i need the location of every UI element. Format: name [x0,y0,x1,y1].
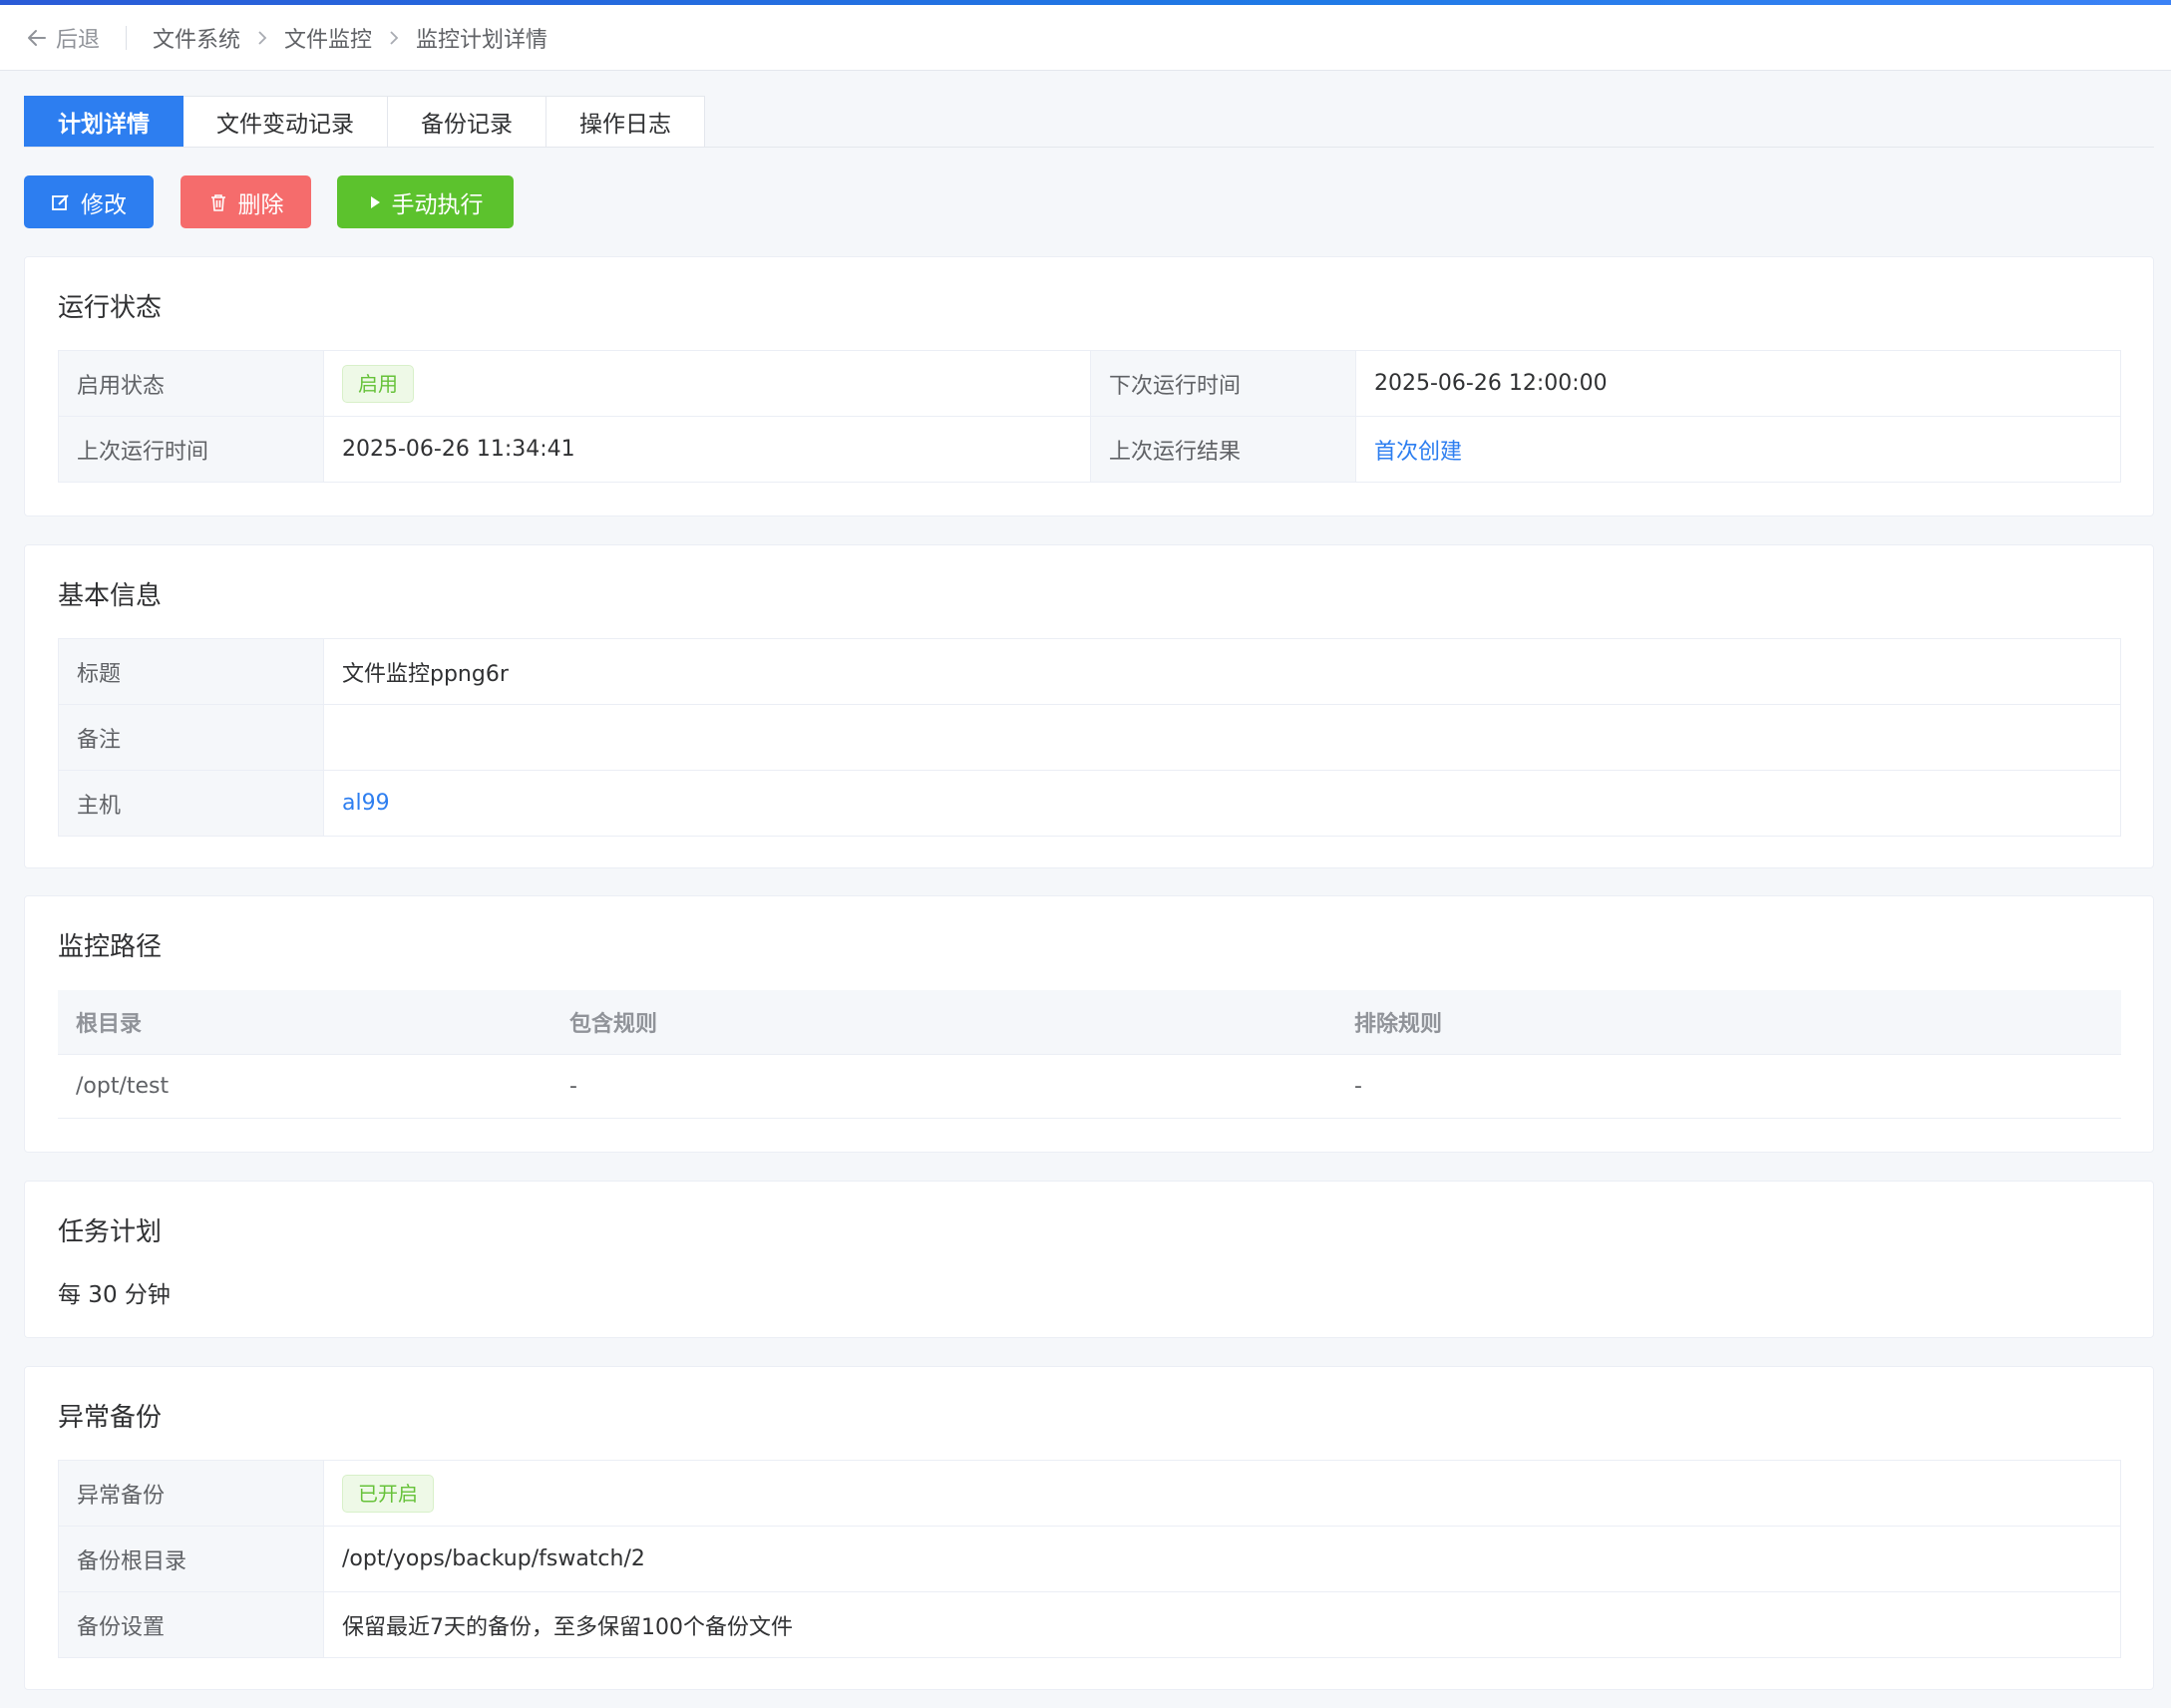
enabled-status-cell: 启用 [323,350,1091,417]
back-button[interactable]: 后退 [26,22,100,54]
breadcrumb-file-system[interactable]: 文件系统 [153,22,240,54]
table-row: 异常备份 已开启 [58,1460,2121,1527]
manual-run-button-label: 手动执行 [391,191,484,218]
abnormal-backup-card: 异常备份 异常备份 已开启 备份根目录 /opt/yops/backup/fsw… [24,1366,2154,1690]
table-row: 启用状态 启用 下次运行时间 2025-06-26 12:00:00 [58,350,2121,417]
back-label: 后退 [56,27,101,53]
monitor-paths-title: 监控路径 [58,932,163,962]
next-run-label: 下次运行时间 [1090,350,1356,417]
abnormal-backup-label: 异常备份 [58,1460,324,1527]
chevron-right-icon [388,29,400,47]
table-row: 主机 al99 [58,770,2121,837]
arrow-left-icon [28,29,46,46]
delete-button-label: 删除 [237,191,284,218]
host-link[interactable]: al99 [342,791,390,816]
manual-run-button[interactable]: 手动执行 [337,175,514,228]
schedule-value: 每 30 分钟 [58,1282,171,1308]
edit-button[interactable]: 修改 [24,175,154,228]
basic-info-table: 标题 文件监控ppng6r 备注 主机 al99 [58,638,2121,837]
next-run-value: 2025-06-26 12:00:00 [1355,350,2121,417]
basic-info-card: 基本信息 标题 文件监控ppng6r 备注 主机 al99 [24,544,2154,868]
delete-button[interactable]: 删除 [181,175,311,228]
column-include-rules: 包含规则 [551,990,1336,1055]
tab-file-changes[interactable]: 文件变动记录 [183,96,388,148]
schedule-title: 任务计划 [58,1217,163,1247]
header-divider [126,25,128,50]
tab-bar-divider [24,147,2154,148]
title-label: 标题 [58,638,324,705]
table-row: /opt/test - - [58,1054,2121,1119]
backup-settings-label: 备份设置 [58,1591,324,1658]
include-rules-cell: - [551,1054,1336,1119]
abnormal-backup-badge: 已开启 [342,1474,434,1513]
last-result-cell: 首次创建 [1355,416,2121,483]
last-result-label: 上次运行结果 [1090,416,1356,483]
exclude-rules-cell: - [1336,1054,2121,1119]
table-row: 备注 [58,704,2121,771]
host-cell: al99 [323,770,2121,837]
root-dir-cell: /opt/test [58,1054,551,1119]
host-label: 主机 [58,770,324,837]
page-header: 后退 文件系统 文件监控 监控计划详情 [0,5,2171,71]
breadcrumb-file-monitor[interactable]: 文件监控 [284,22,372,54]
column-exclude-rules: 排除规则 [1336,990,2121,1055]
run-status-title: 运行状态 [58,293,163,323]
monitor-paths-card: 监控路径 根目录 包含规则 排除规则 /opt/test - - [24,895,2154,1153]
schedule-card: 任务计划 每 30 分钟 [24,1181,2154,1338]
breadcrumb-plan-detail: 监控计划详情 [416,27,548,53]
chevron-right-icon [256,29,268,47]
table-header-row: 根目录 包含规则 排除规则 [58,990,2121,1055]
last-result-link[interactable]: 首次创建 [1374,440,1462,465]
abnormal-backup-title: 异常备份 [58,1403,163,1433]
abnormal-backup-cell: 已开启 [323,1460,2121,1527]
tab-operation-log[interactable]: 操作日志 [546,96,705,148]
run-status-card: 运行状态 启用状态 启用 下次运行时间 2025-06-26 12:00:00 … [24,256,2154,516]
enabled-status-label: 启用状态 [58,350,324,417]
edit-button-label: 修改 [81,191,127,218]
play-icon [370,195,380,208]
table-row: 标题 文件监控ppng6r [58,638,2121,705]
table-row: 上次运行时间 2025-06-26 11:34:41 上次运行结果 首次创建 [58,416,2121,483]
last-run-label: 上次运行时间 [58,416,324,483]
monitor-paths-table: 根目录 包含规则 排除规则 /opt/test - - [58,990,2121,1119]
table-row: 备份设置 保留最近7天的备份，至多保留100个备份文件 [58,1591,2121,1658]
enabled-status-badge: 启用 [342,364,414,403]
title-value: 文件监控ppng6r [323,638,2121,705]
column-root-dir: 根目录 [58,990,551,1055]
backup-root-label: 备份根目录 [58,1526,324,1592]
tab-backup-records[interactable]: 备份记录 [388,96,546,148]
trash-icon [210,193,225,211]
run-status-table: 启用状态 启用 下次运行时间 2025-06-26 12:00:00 上次运行时… [58,350,2121,483]
table-row: 备份根目录 /opt/yops/backup/fswatch/2 [58,1526,2121,1592]
edit-icon [52,193,69,210]
remark-value [323,704,2121,771]
basic-info-title: 基本信息 [58,581,163,611]
tab-plan-detail[interactable]: 计划详情 [24,96,183,148]
backup-settings-value: 保留最近7天的备份，至多保留100个备份文件 [323,1591,2121,1658]
remark-label: 备注 [58,704,324,771]
abnormal-backup-table: 异常备份 已开启 备份根目录 /opt/yops/backup/fswatch/… [58,1460,2121,1658]
last-run-value: 2025-06-26 11:34:41 [323,416,1091,483]
tab-bar: 计划详情 文件变动记录 备份记录 操作日志 [24,96,705,148]
backup-root-value: /opt/yops/backup/fswatch/2 [323,1526,2121,1592]
